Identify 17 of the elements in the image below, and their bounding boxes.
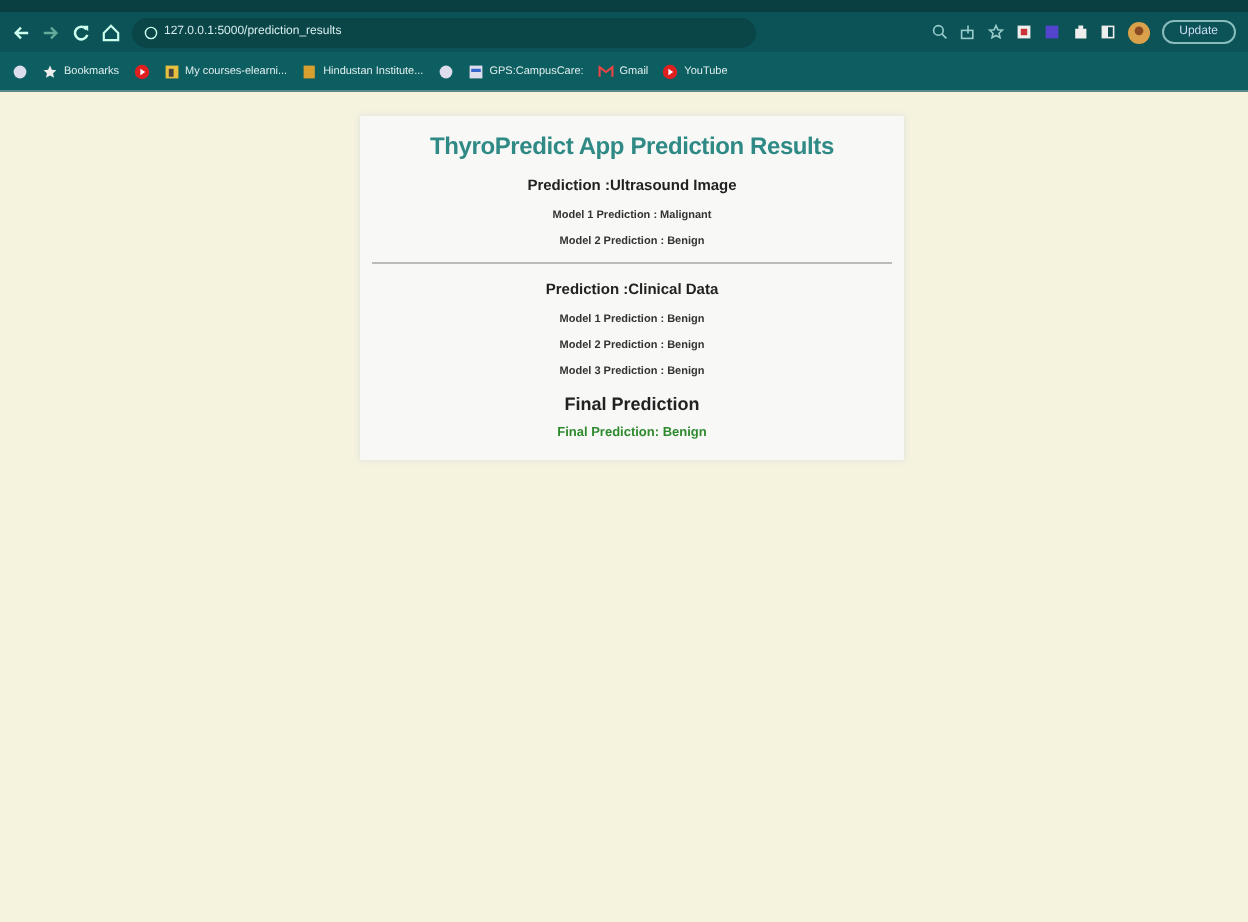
share-icon[interactable] [959, 24, 976, 40]
reload-icon[interactable] [72, 23, 90, 41]
book-icon[interactable] [163, 63, 180, 79]
document-icon[interactable] [467, 63, 484, 79]
zoom-icon[interactable] [931, 24, 948, 40]
back-icon[interactable] [12, 23, 30, 41]
forward-icon[interactable] [42, 23, 60, 41]
star-icon[interactable] [987, 24, 1004, 40]
home-icon[interactable] [102, 23, 120, 41]
play-icon[interactable] [662, 63, 679, 79]
final-heading: Final Prediction [564, 394, 700, 414]
sidebar-icon[interactable] [1099, 24, 1116, 40]
page-title: ThyroPredict App Prediction Results [430, 132, 834, 160]
avatar-icon[interactable] [1127, 21, 1150, 43]
star-icon[interactable] [42, 63, 58, 79]
flag-icon[interactable] [301, 63, 318, 79]
play-icon[interactable] [133, 63, 150, 79]
